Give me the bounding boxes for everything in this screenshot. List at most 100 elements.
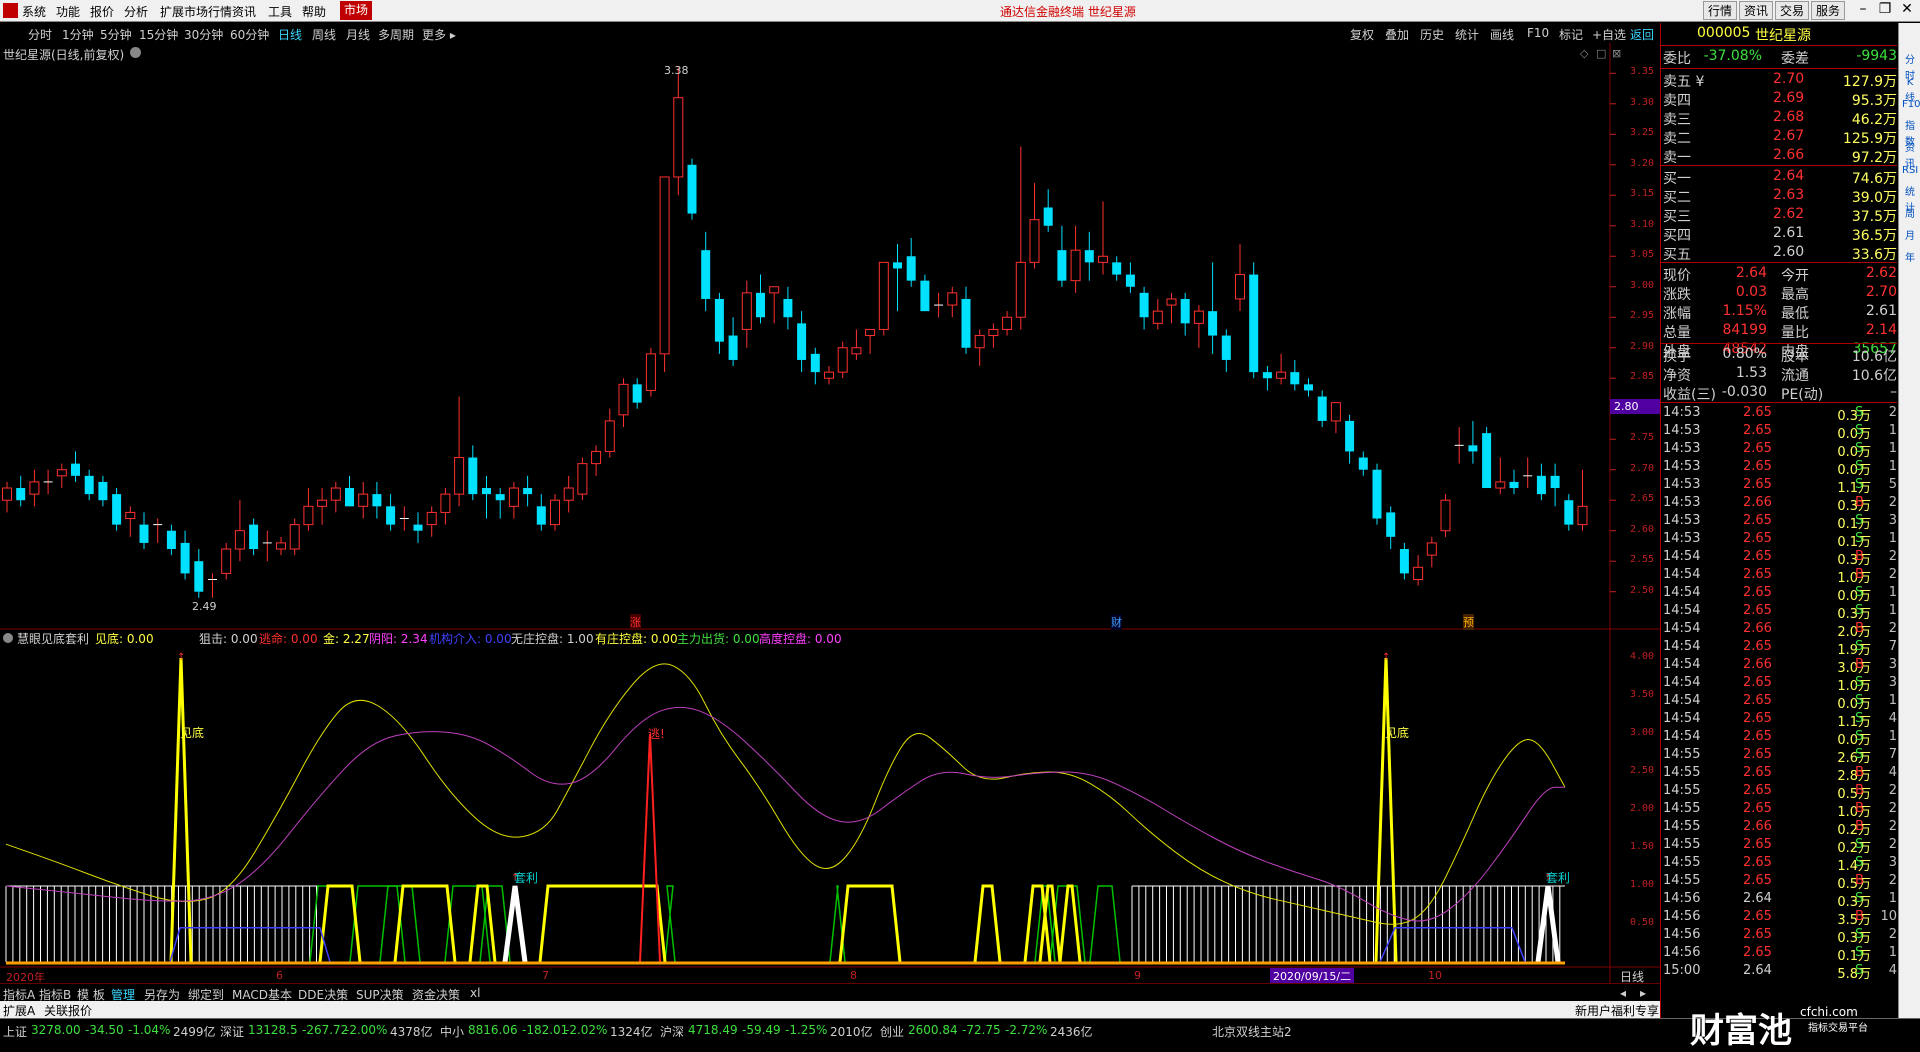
scroll-left-icon[interactable]: ◂ — [1620, 986, 1626, 1000]
tick-time: 14:54 — [1663, 729, 1701, 744]
stat-value: 0.80% — [1722, 346, 1767, 362]
period-60min[interactable]: 60分钟 — [230, 26, 269, 43]
period-15min[interactable]: 15分钟 — [139, 26, 178, 43]
tool-mark[interactable]: 标记 — [1559, 26, 1583, 43]
watermark-url: cfchi.com — [1800, 1005, 1858, 1019]
tab-xl[interactable]: xl — [470, 986, 480, 1000]
ask-row[interactable]: 卖四 2.69 95.3万 — [1663, 90, 1897, 109]
sidebar-icon[interactable]: K线 — [1902, 75, 1918, 104]
indicator-tick-label: 2.50 — [1630, 765, 1655, 776]
menu-analysis[interactable]: 分析 — [124, 3, 148, 20]
tick-side: S — [1855, 531, 1864, 546]
event-mark-cai[interactable]: 财 — [1111, 614, 1122, 630]
tick-time: 14:53 — [1663, 495, 1701, 510]
bid-row[interactable]: 买四 2.61 36.5万 — [1663, 225, 1897, 244]
bid-label: 买一 — [1663, 171, 1691, 187]
menu-tools[interactable]: 工具 — [268, 3, 292, 20]
tick-price: 2.65 — [1743, 405, 1772, 420]
sidebar-icon[interactable]: 月 — [1902, 229, 1918, 245]
tool-overlay[interactable]: 叠加 — [1385, 26, 1409, 43]
close-icon[interactable]: ✕ — [1896, 1, 1918, 20]
event-mark-zhang[interactable]: 涨 — [630, 614, 641, 630]
promo-link[interactable]: 新用户福利专享 — [1575, 1002, 1659, 1019]
tool-add-watch[interactable]: +自选 — [1592, 26, 1626, 43]
tick-side: B — [1855, 819, 1864, 834]
bid-row[interactable]: 买二 2.63 39.0万 — [1663, 187, 1897, 206]
menu-function[interactable]: 功能 — [56, 3, 80, 20]
ask-label: 卖四 — [1663, 93, 1691, 109]
tick-side: S — [1855, 747, 1864, 762]
top-button-quotes[interactable]: 行情 — [1703, 1, 1737, 20]
ask-volume: 97.2万 — [1851, 150, 1897, 166]
sidebar-icon[interactable]: 年 — [1902, 251, 1918, 267]
bid-volume: 39.0万 — [1851, 190, 1897, 206]
sidebar-icon[interactable]: 分时 — [1902, 53, 1918, 82]
minimize-icon[interactable]: – — [1852, 1, 1874, 20]
bid-row[interactable]: 买一 2.64 74.6万 — [1663, 168, 1897, 187]
menu-ext-market[interactable]: 扩展市场行情 — [160, 3, 232, 20]
tick-count: 3 — [1888, 675, 1897, 690]
period-intraday[interactable]: 分时 — [28, 26, 52, 43]
ext-tab-related[interactable]: 关联报价 — [44, 1002, 92, 1019]
menu-system[interactable]: 系统 — [22, 3, 46, 20]
period-30min[interactable]: 30分钟 — [184, 26, 223, 43]
tool-history[interactable]: 历史 — [1420, 26, 1444, 43]
ext-tab-a[interactable]: 扩展A — [3, 1002, 35, 1019]
scroll-right-icon[interactable]: ▸ — [1640, 986, 1646, 1000]
period-5min[interactable]: 5分钟 — [100, 26, 132, 43]
menu-market[interactable]: 市场 — [340, 1, 373, 20]
period-weekly[interactable]: 周线 — [312, 26, 336, 43]
period-monthly[interactable]: 月线 — [346, 26, 370, 43]
period-1min[interactable]: 1分钟 — [62, 26, 94, 43]
sidebar-icon[interactable]: 统计 — [1902, 185, 1918, 214]
tool-back[interactable]: 返回 — [1630, 26, 1654, 43]
candlestick-chart[interactable]: ↑ ↑↑ ↑ — [0, 43, 1660, 983]
sidebar-icon[interactable]: F10 — [1902, 97, 1920, 113]
tick-row: 14:54 2.65 0.0万 S 1 — [1663, 693, 1897, 712]
index-value: 13128.5 — [248, 1023, 298, 1037]
sidebar-icon[interactable]: 资讯 — [1902, 141, 1918, 170]
sidebar-icon[interactable]: 周 — [1902, 207, 1918, 223]
ask-row[interactable]: 卖五 ¥ 2.70 127.9万 — [1663, 71, 1897, 90]
tool-adjust[interactable]: 复权 — [1350, 26, 1374, 43]
candle-body-down — [180, 542, 190, 574]
top-button-news[interactable]: 资讯 — [1739, 1, 1773, 20]
restore-icon[interactable]: ❐ — [1874, 1, 1896, 20]
indicator-name[interactable]: 慧眼见底套利 — [17, 630, 89, 647]
tick-count: 2 — [1888, 927, 1897, 942]
index-name: 创业 — [880, 1025, 905, 1039]
candle-body-up — [1166, 298, 1177, 306]
candle-body-up — [673, 97, 684, 178]
tool-stats[interactable]: 统计 — [1455, 26, 1479, 43]
candle-body-up — [550, 499, 560, 526]
tick-side: S — [1855, 855, 1864, 870]
menu-help[interactable]: 帮助 — [302, 3, 326, 20]
indicator-settings-icon[interactable] — [3, 633, 13, 643]
bid-row[interactable]: 买三 2.62 37.5万 — [1663, 206, 1897, 225]
bid-row[interactable]: 买五 2.60 33.6万 — [1663, 244, 1897, 263]
tick-row: 14:54 2.65 0.3万 S 1 — [1663, 603, 1897, 622]
menu-quote[interactable]: 报价 — [90, 3, 114, 20]
index-amount: 2010亿 — [830, 1025, 873, 1039]
ask-row[interactable]: 卖一 2.66 97.2万 — [1663, 147, 1897, 166]
top-button-trade[interactable]: 交易 — [1775, 1, 1809, 20]
candle-body-down — [71, 463, 80, 476]
tick-side: S — [1855, 927, 1864, 942]
ask-row[interactable]: 卖二 2.67 125.9万 — [1663, 128, 1897, 147]
green-pulse — [1089, 885, 1121, 963]
top-button-service[interactable]: 服务 — [1811, 1, 1845, 20]
tool-draw[interactable]: 画线 — [1490, 26, 1514, 43]
candle-body-up — [851, 347, 862, 355]
sidebar-icon[interactable]: RSI — [1902, 163, 1918, 179]
period-daily[interactable]: 日线 — [278, 26, 302, 43]
event-mark-yu[interactable]: 预 — [1463, 614, 1474, 630]
period-more[interactable]: 更多 ▸ — [422, 26, 456, 43]
tick-count: 3 — [1888, 855, 1897, 870]
extension-row: 扩展A 关联报价 新用户福利专享 — [0, 1001, 1920, 1018]
ask-row[interactable]: 卖三 2.68 46.2万 — [1663, 109, 1897, 128]
sidebar-icon[interactable]: 指数 — [1902, 119, 1918, 148]
tool-f10[interactable]: F10 — [1527, 26, 1549, 40]
candle-body-up — [837, 347, 848, 373]
menu-news[interactable]: 资讯 — [232, 3, 256, 20]
period-multi[interactable]: 多周期 — [378, 26, 414, 43]
